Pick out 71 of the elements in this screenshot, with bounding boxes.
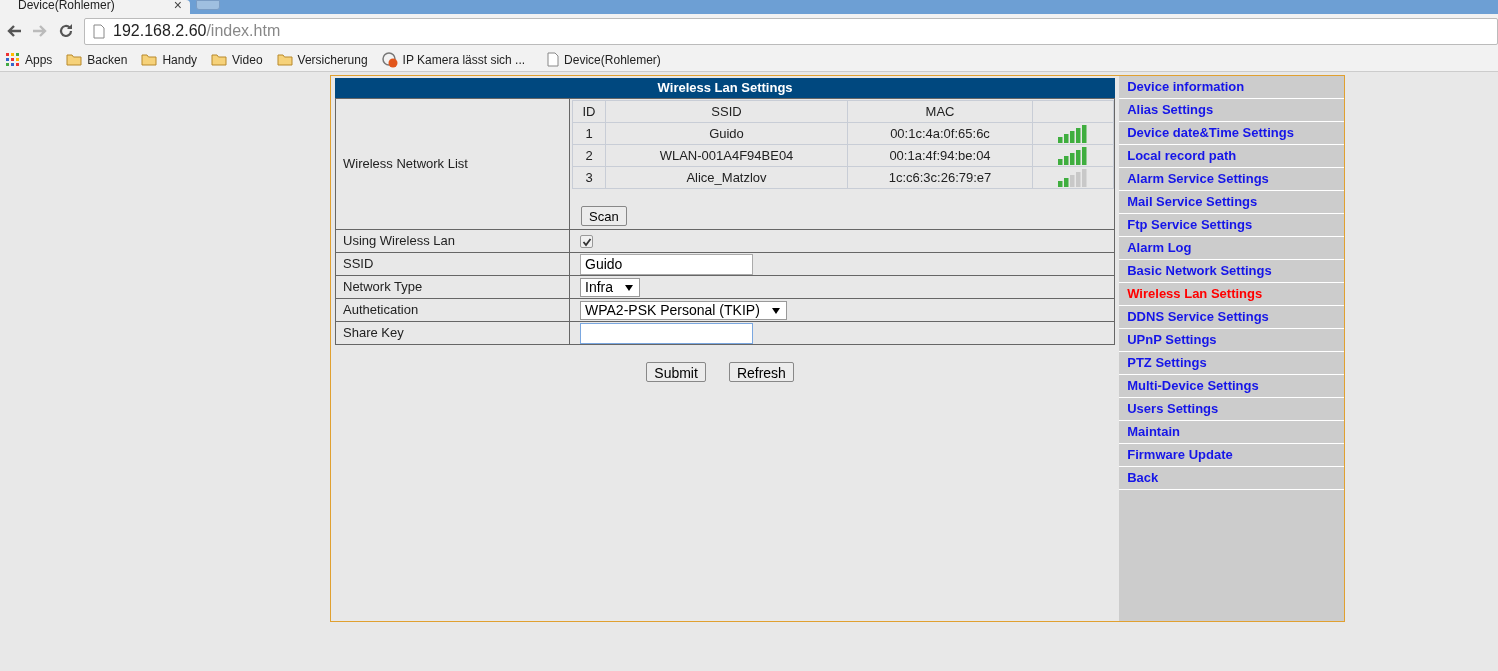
- page-icon: [93, 23, 105, 39]
- bookmark[interactable]: Handy: [141, 50, 198, 69]
- folder-icon: [211, 53, 228, 66]
- signal-icon: [1058, 147, 1089, 166]
- form-button[interactable]: Refresh: [728, 362, 794, 382]
- site-icon: [381, 51, 398, 68]
- bookmark[interactable]: Video: [211, 50, 263, 69]
- table-cell: 3: [572, 166, 606, 189]
- url-text: 192.168.2.60/index.htm: [113, 21, 281, 41]
- row-label: Using Wireless Lan: [335, 229, 570, 253]
- reload-icon[interactable]: [58, 23, 74, 39]
- sidebar-link[interactable]: Users Settings: [1119, 398, 1344, 421]
- sidebar-link[interactable]: Alias Settings: [1119, 99, 1344, 122]
- table-cell: 1c:c6:3c:26:79:e7: [847, 166, 1033, 189]
- table-cell: 2: [572, 144, 606, 167]
- table-cell: Alice_Matzlov: [605, 166, 848, 189]
- table-cell: Guido: [605, 122, 848, 145]
- sidebar-link[interactable]: Ftp Service Settings: [1119, 214, 1344, 237]
- apps-grid-icon: [6, 52, 20, 67]
- column-header: MAC: [847, 100, 1033, 123]
- caret-icon: [625, 284, 633, 291]
- table-cell: WLAN-001A4F94BE04: [605, 144, 848, 167]
- address-bar[interactable]: 192.168.2.60/index.htm: [84, 17, 1498, 45]
- row-label: Wireless Network List: [335, 98, 570, 230]
- row-label: SSID: [335, 252, 570, 276]
- input-field[interactable]: [580, 322, 753, 344]
- row-label: Network Type: [335, 275, 570, 299]
- dropdown[interactable]: Infra: [580, 278, 640, 298]
- sidebar-link[interactable]: Back: [1119, 467, 1344, 490]
- panel-header: Wireless Lan Settings: [335, 78, 1116, 98]
- folder-icon: [141, 53, 158, 66]
- sidebar-link[interactable]: DDNS Service Settings: [1119, 306, 1344, 329]
- dropdown[interactable]: WPA2-PSK Personal (TKIP): [580, 301, 787, 321]
- column-header: SSID: [605, 100, 848, 123]
- signal-icon: [1058, 169, 1089, 188]
- table-cell: 00:1c:4a:0f:65:6c: [847, 122, 1033, 145]
- row-label: Authetication: [335, 298, 570, 322]
- signal-icon: [1058, 125, 1089, 144]
- sidebar-link[interactable]: Multi-Device Settings: [1119, 375, 1344, 398]
- sidebar-link[interactable]: Firmware Update: [1119, 444, 1344, 467]
- tab-title: Device(Rohlemer): [18, 0, 116, 11]
- input-field[interactable]: Guido: [580, 253, 753, 275]
- sidebar-link[interactable]: Alarm Log: [1119, 237, 1344, 260]
- sidebar-link[interactable]: Alarm Service Settings: [1119, 168, 1344, 191]
- folder-icon: [66, 53, 83, 66]
- bookmark[interactable]: Backen: [66, 50, 128, 69]
- sidebar-link[interactable]: Mail Service Settings: [1119, 191, 1344, 214]
- bookmark[interactable]: Apps: [6, 50, 53, 69]
- bookmark[interactable]: Device(Rohlemer): [547, 50, 661, 69]
- back-icon[interactable]: [6, 24, 22, 38]
- folder-icon: [276, 53, 293, 66]
- checkbox[interactable]: [580, 235, 593, 249]
- table-cell: 00:1a:4f:94:be:04: [847, 144, 1033, 167]
- sidebar-link[interactable]: Local record path: [1119, 145, 1344, 168]
- table-cell: 1: [572, 122, 606, 145]
- sidebar-link[interactable]: PTZ Settings: [1119, 352, 1344, 375]
- sidebar-link[interactable]: Maintain: [1119, 421, 1344, 444]
- scan-button[interactable]: Scan: [581, 206, 627, 226]
- sidebar-link[interactable]: UPnP Settings: [1119, 329, 1344, 352]
- bookmark[interactable]: Versicherung: [276, 50, 368, 69]
- form-button[interactable]: Submit: [646, 362, 706, 382]
- close-icon[interactable]: ×: [173, 0, 182, 11]
- sidebar-link[interactable]: Device date&Time Settings: [1119, 122, 1344, 145]
- browser-tab[interactable]: Device(Rohlemer) ×: [0, 0, 190, 14]
- column-header: ID: [572, 100, 606, 123]
- sidebar-link[interactable]: Device information: [1119, 76, 1344, 99]
- row-label: Share Key: [335, 321, 570, 345]
- sidebar-link[interactable]: Basic Network Settings: [1119, 260, 1344, 283]
- bookmark[interactable]: IP Kamera lässt sich ...: [381, 50, 526, 69]
- caret-icon: [771, 307, 780, 314]
- page-icon: [547, 52, 560, 67]
